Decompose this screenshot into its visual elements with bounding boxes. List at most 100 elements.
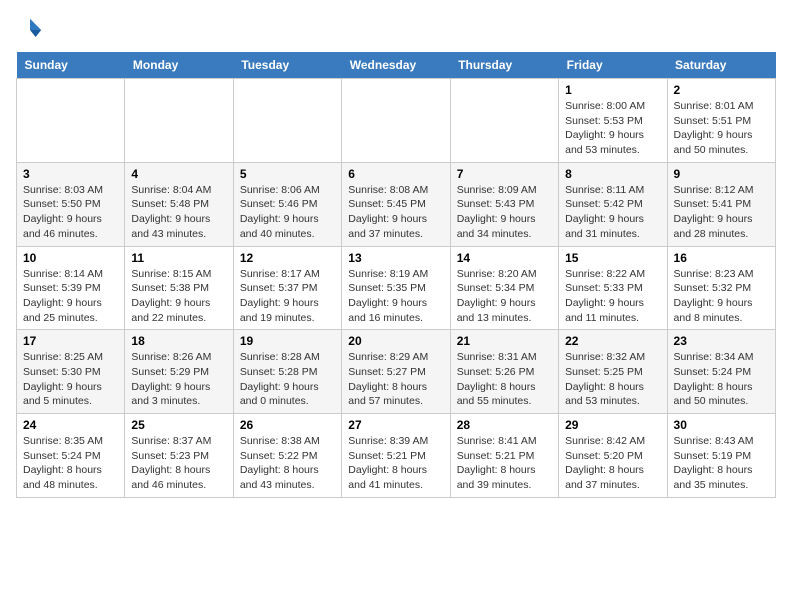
day-number: 7 bbox=[457, 167, 552, 181]
day-number: 6 bbox=[348, 167, 443, 181]
calendar-cell: 6 Sunrise: 8:08 AM Sunset: 5:45 PM Daylig… bbox=[342, 162, 450, 246]
calendar-cell: 25Sunrise: 8:37 AM Sunset: 5:23 PM Dayli… bbox=[125, 414, 233, 498]
calendar-cell: 17 Sunrise: 8:25 AM Sunset: 5:30 PM Dayli… bbox=[17, 330, 125, 414]
calendar-cell: 19 Sunrise: 8:28 AM Sunset: 5:28 PM Dayli… bbox=[233, 330, 341, 414]
calendar-cell bbox=[17, 79, 125, 163]
col-header-saturday: Saturday bbox=[667, 52, 775, 79]
day-info: Sunrise: 8:43 AM Sunset: 5:19 PM Dayligh… bbox=[674, 434, 769, 493]
day-number: 17 bbox=[23, 334, 118, 348]
calendar-week-3: 17 Sunrise: 8:25 AM Sunset: 5:30 PM Dayli… bbox=[17, 330, 776, 414]
day-info: Sunrise: 8:39 AM Sunset: 5:21 PM Dayligh… bbox=[348, 434, 443, 493]
day-info: Sunrise: 8:08 AM Sunset: 5:45 PM Dayligh… bbox=[348, 183, 443, 242]
calendar-cell: 28 Sunrise: 8:41 AM Sunset: 5:21 PM Dayli… bbox=[450, 414, 558, 498]
day-info: Sunrise: 8:14 AM Sunset: 5:39 PM Dayligh… bbox=[23, 267, 118, 326]
day-info: Sunrise: 8:34 AM Sunset: 5:24 PM Dayligh… bbox=[674, 350, 769, 409]
day-info: Sunrise: 8:17 AM Sunset: 5:37 PM Dayligh… bbox=[240, 267, 335, 326]
day-info: Sunrise: 8:32 AM Sunset: 5:25 PM Dayligh… bbox=[565, 350, 660, 409]
calendar-cell: 29 Sunrise: 8:42 AM Sunset: 5:20 PM Dayli… bbox=[559, 414, 667, 498]
day-info: Sunrise: 8:19 AM Sunset: 5:35 PM Dayligh… bbox=[348, 267, 443, 326]
day-info: Sunrise: 8:22 AM Sunset: 5:33 PM Dayligh… bbox=[565, 267, 660, 326]
day-number: 12 bbox=[240, 251, 335, 265]
col-header-monday: Monday bbox=[125, 52, 233, 79]
day-info: Sunrise: 8:35 AM Sunset: 5:24 PM Dayligh… bbox=[23, 434, 118, 493]
calendar-cell: 7Sunrise: 8:09 AM Sunset: 5:43 PM Daylig… bbox=[450, 162, 558, 246]
day-info: Sunrise: 8:42 AM Sunset: 5:20 PM Dayligh… bbox=[565, 434, 660, 493]
day-info: Sunrise: 8:11 AM Sunset: 5:42 PM Dayligh… bbox=[565, 183, 660, 242]
calendar-table: SundayMondayTuesdayWednesdayThursdayFrid… bbox=[16, 52, 776, 498]
calendar-week-0: 1 Sunrise: 8:00 AM Sunset: 5:53 PM Daylig… bbox=[17, 79, 776, 163]
day-number: 30 bbox=[674, 418, 769, 432]
calendar-cell: 5 Sunrise: 8:06 AM Sunset: 5:46 PM Daylig… bbox=[233, 162, 341, 246]
calendar-cell: 20Sunrise: 8:29 AM Sunset: 5:27 PM Dayli… bbox=[342, 330, 450, 414]
col-header-tuesday: Tuesday bbox=[233, 52, 341, 79]
calendar-cell: 14 Sunrise: 8:20 AM Sunset: 5:34 PM Dayli… bbox=[450, 246, 558, 330]
day-number: 19 bbox=[240, 334, 335, 348]
day-number: 29 bbox=[565, 418, 660, 432]
calendar-cell: 8 Sunrise: 8:11 AM Sunset: 5:42 PM Daylig… bbox=[559, 162, 667, 246]
day-number: 20 bbox=[348, 334, 443, 348]
calendar-header: SundayMondayTuesdayWednesdayThursdayFrid… bbox=[17, 52, 776, 79]
day-number: 10 bbox=[23, 251, 118, 265]
day-number: 18 bbox=[131, 334, 226, 348]
calendar-week-1: 3 Sunrise: 8:03 AM Sunset: 5:50 PM Daylig… bbox=[17, 162, 776, 246]
calendar-cell: 30 Sunrise: 8:43 AM Sunset: 5:19 PM Dayli… bbox=[667, 414, 775, 498]
calendar-cell: 22Sunrise: 8:32 AM Sunset: 5:25 PM Dayli… bbox=[559, 330, 667, 414]
day-number: 23 bbox=[674, 334, 769, 348]
day-number: 9 bbox=[674, 167, 769, 181]
calendar-cell: 16 Sunrise: 8:23 AM Sunset: 5:32 PM Dayli… bbox=[667, 246, 775, 330]
day-info: Sunrise: 8:03 AM Sunset: 5:50 PM Dayligh… bbox=[23, 183, 118, 242]
calendar-cell bbox=[125, 79, 233, 163]
calendar-cell: 12 Sunrise: 8:17 AM Sunset: 5:37 PM Dayli… bbox=[233, 246, 341, 330]
day-info: Sunrise: 8:06 AM Sunset: 5:46 PM Dayligh… bbox=[240, 183, 335, 242]
page-header bbox=[16, 16, 776, 44]
day-number: 5 bbox=[240, 167, 335, 181]
day-info: Sunrise: 8:25 AM Sunset: 5:30 PM Dayligh… bbox=[23, 350, 118, 409]
day-number: 21 bbox=[457, 334, 552, 348]
calendar-week-4: 24 Sunrise: 8:35 AM Sunset: 5:24 PM Dayli… bbox=[17, 414, 776, 498]
day-info: Sunrise: 8:28 AM Sunset: 5:28 PM Dayligh… bbox=[240, 350, 335, 409]
calendar-cell: 13 Sunrise: 8:19 AM Sunset: 5:35 PM Dayli… bbox=[342, 246, 450, 330]
day-info: Sunrise: 8:26 AM Sunset: 5:29 PM Dayligh… bbox=[131, 350, 226, 409]
day-number: 2 bbox=[674, 83, 769, 97]
day-number: 27 bbox=[348, 418, 443, 432]
day-info: Sunrise: 8:38 AM Sunset: 5:22 PM Dayligh… bbox=[240, 434, 335, 493]
day-info: Sunrise: 8:00 AM Sunset: 5:53 PM Dayligh… bbox=[565, 99, 660, 158]
calendar-cell: 15 Sunrise: 8:22 AM Sunset: 5:33 PM Dayli… bbox=[559, 246, 667, 330]
day-info: Sunrise: 8:31 AM Sunset: 5:26 PM Dayligh… bbox=[457, 350, 552, 409]
col-header-friday: Friday bbox=[559, 52, 667, 79]
day-info: Sunrise: 8:23 AM Sunset: 5:32 PM Dayligh… bbox=[674, 267, 769, 326]
day-number: 13 bbox=[348, 251, 443, 265]
day-number: 8 bbox=[565, 167, 660, 181]
day-number: 1 bbox=[565, 83, 660, 97]
day-info: Sunrise: 8:20 AM Sunset: 5:34 PM Dayligh… bbox=[457, 267, 552, 326]
calendar-cell bbox=[342, 79, 450, 163]
calendar-cell: 23 Sunrise: 8:34 AM Sunset: 5:24 PM Dayli… bbox=[667, 330, 775, 414]
calendar-cell: 26 Sunrise: 8:38 AM Sunset: 5:22 PM Dayli… bbox=[233, 414, 341, 498]
day-number: 15 bbox=[565, 251, 660, 265]
col-header-thursday: Thursday bbox=[450, 52, 558, 79]
calendar-cell: 10 Sunrise: 8:14 AM Sunset: 5:39 PM Dayli… bbox=[17, 246, 125, 330]
day-number: 26 bbox=[240, 418, 335, 432]
calendar-cell: 2 Sunrise: 8:01 AM Sunset: 5:51 PM Daylig… bbox=[667, 79, 775, 163]
day-info: Sunrise: 8:41 AM Sunset: 5:21 PM Dayligh… bbox=[457, 434, 552, 493]
day-info: Sunrise: 8:04 AM Sunset: 5:48 PM Dayligh… bbox=[131, 183, 226, 242]
col-header-sunday: Sunday bbox=[17, 52, 125, 79]
day-number: 28 bbox=[457, 418, 552, 432]
day-number: 4 bbox=[131, 167, 226, 181]
day-number: 25 bbox=[131, 418, 226, 432]
day-info: Sunrise: 8:01 AM Sunset: 5:51 PM Dayligh… bbox=[674, 99, 769, 158]
logo bbox=[16, 16, 48, 44]
calendar-cell: 11 Sunrise: 8:15 AM Sunset: 5:38 PM Dayli… bbox=[125, 246, 233, 330]
logo-icon bbox=[16, 16, 44, 44]
day-number: 11 bbox=[131, 251, 226, 265]
day-number: 14 bbox=[457, 251, 552, 265]
calendar-cell: 27 Sunrise: 8:39 AM Sunset: 5:21 PM Dayli… bbox=[342, 414, 450, 498]
col-header-wednesday: Wednesday bbox=[342, 52, 450, 79]
day-info: Sunrise: 8:12 AM Sunset: 5:41 PM Dayligh… bbox=[674, 183, 769, 242]
day-number: 24 bbox=[23, 418, 118, 432]
day-number: 3 bbox=[23, 167, 118, 181]
day-info: Sunrise: 8:15 AM Sunset: 5:38 PM Dayligh… bbox=[131, 267, 226, 326]
day-number: 16 bbox=[674, 251, 769, 265]
calendar-cell: 4 Sunrise: 8:04 AM Sunset: 5:48 PM Daylig… bbox=[125, 162, 233, 246]
calendar-cell: 1 Sunrise: 8:00 AM Sunset: 5:53 PM Daylig… bbox=[559, 79, 667, 163]
